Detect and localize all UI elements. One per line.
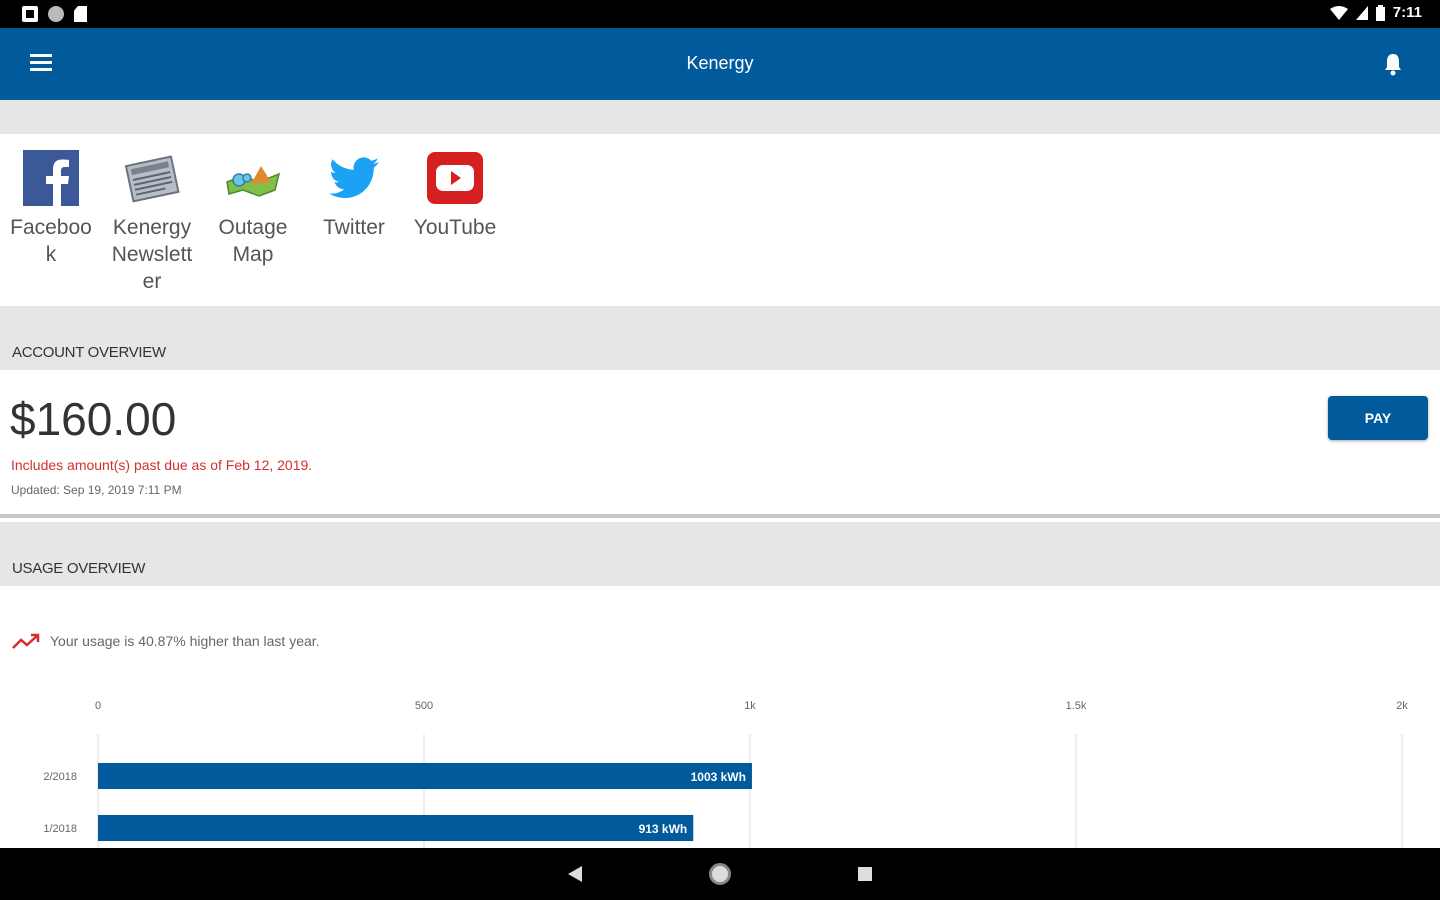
wifi-icon [1329, 5, 1348, 20]
usage-overview-header: USAGE OVERVIEW [12, 560, 146, 577]
data-label: 1003 kWh [691, 770, 746, 784]
map-icon [226, 166, 281, 197]
sd-card-icon [74, 6, 87, 22]
x-tick-label: 0 [95, 700, 101, 712]
link-label: YouTube [413, 216, 497, 239]
twitter-icon [329, 157, 379, 198]
app-title: Kenergy [686, 53, 754, 73]
x-tick-label: 500 [415, 700, 433, 712]
link-twitter[interactable]: Twitter [304, 148, 404, 241]
navigation-bar [0, 848, 1440, 900]
usage-overview-card: Your usage is 40.87% higher than last ye… [0, 586, 1440, 848]
account-overview-header: ACCOUNT OVERVIEW [12, 344, 166, 361]
link-label: Facebook [10, 216, 92, 266]
link-label: Twitter [323, 216, 385, 239]
bar [98, 815, 694, 841]
recent-apps-icon[interactable] [858, 867, 872, 881]
facebook-icon [23, 150, 79, 206]
bell-icon[interactable] [1382, 52, 1404, 76]
y-tick-label: 2/2018 [43, 771, 77, 783]
x-tick-label: 1.5k [1066, 700, 1087, 712]
signal-icon [1355, 5, 1368, 20]
usage-header-band [0, 522, 1440, 586]
account-overview-card: $160.00 Includes amount(s) past due as o… [0, 370, 1440, 518]
x-tick-label: 2k [1396, 700, 1408, 712]
notification-icon [22, 6, 38, 22]
past-due-notice: Includes amount(s) past due as of Feb 12… [11, 457, 313, 473]
balance-amount: $160.00 [10, 393, 177, 445]
spacer [0, 100, 1440, 134]
x-tick-label: 1k [744, 700, 756, 712]
link-newsletter[interactable]: Kenergy Newsletter [102, 148, 202, 295]
link-facebook[interactable]: Facebook [1, 148, 101, 268]
y-tick-label: 1/2018 [43, 823, 77, 835]
back-icon[interactable] [568, 866, 582, 882]
updated-timestamp: Updated: Sep 19, 2019 7:11 PM [11, 483, 182, 497]
home-icon[interactable] [709, 863, 731, 885]
bar [98, 763, 752, 789]
youtube-icon [427, 152, 483, 204]
link-label: Kenergy Newsletter [111, 216, 193, 293]
social-links: Facebook Kenergy Newsletter Outage Map T… [0, 134, 1440, 306]
usage-bar-chart: 0 500 1k 1.5k 2k 2/2018 1003 kWh 1/2018 913 kWh [43, 700, 1408, 848]
battery-icon [1375, 4, 1385, 21]
status-bar: 7:11 [0, 0, 1440, 28]
sync-icon [48, 6, 64, 22]
clock: 7:11 [1392, 4, 1422, 21]
link-youtube[interactable]: YouTube [405, 148, 505, 241]
link-label: Outage Map [218, 216, 288, 266]
account-header-band [0, 306, 1440, 370]
newspaper-icon [124, 155, 180, 203]
link-outage-map[interactable]: Outage Map [203, 148, 303, 268]
app-bar: Kenergy [0, 28, 1440, 100]
pay-button[interactable]: PAY [1328, 396, 1428, 440]
data-label: 913 kWh [639, 822, 688, 836]
